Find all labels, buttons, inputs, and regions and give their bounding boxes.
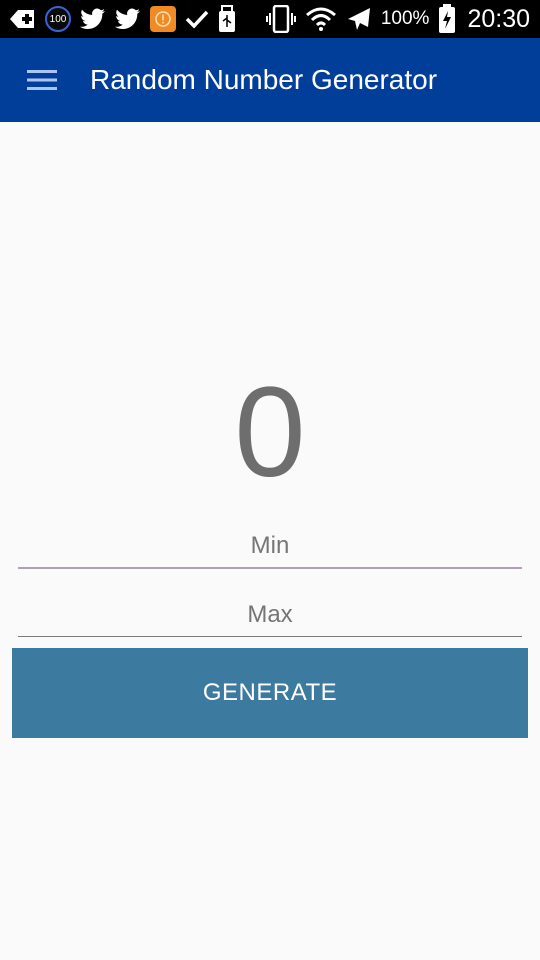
check-icon xyxy=(185,9,209,29)
wifi-icon xyxy=(305,7,337,31)
app-bar: Random Number Generator xyxy=(0,38,540,122)
system-icons: 100% 20:30 xyxy=(265,4,530,34)
battery-charging-icon xyxy=(438,4,456,34)
status-clock: 20:30 xyxy=(467,4,530,33)
vibrate-icon xyxy=(265,5,296,33)
max-input[interactable] xyxy=(18,593,522,637)
twitter-icon xyxy=(115,8,141,30)
twitter-icon xyxy=(80,8,106,30)
random-number-result: 0 xyxy=(234,361,306,504)
battery-percent: 100% xyxy=(380,8,430,29)
status-bar: 100 100% 20:30 xyxy=(0,0,540,38)
app-title: Random Number Generator xyxy=(90,64,438,95)
plus-badge-icon xyxy=(8,7,36,31)
hamburger-menu-icon xyxy=(27,70,57,90)
airplane-mode-icon xyxy=(346,6,372,32)
notification-icons: 100 xyxy=(8,5,236,33)
menu-button[interactable] xyxy=(12,38,72,122)
generate-button[interactable]: GENERATE xyxy=(12,648,528,738)
usb-icon xyxy=(218,5,236,33)
badge-100-icon: 100 xyxy=(45,6,71,32)
min-input[interactable] xyxy=(18,525,522,569)
orange-app-icon xyxy=(150,6,176,32)
